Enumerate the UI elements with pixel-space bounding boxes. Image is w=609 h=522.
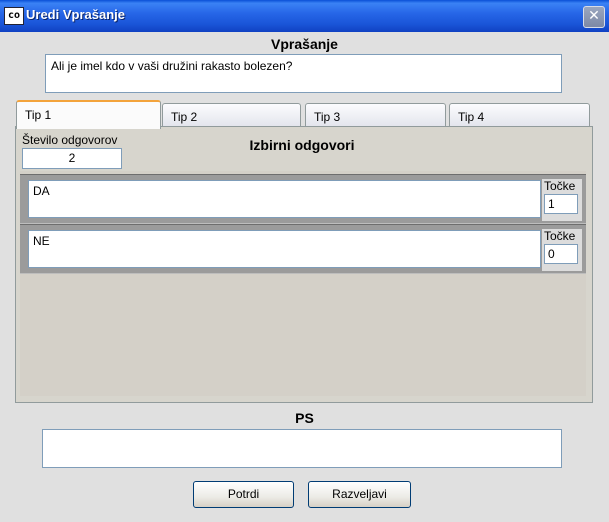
answer-text-input[interactable]: NE [28,230,541,268]
question-input[interactable]: Ali je imel kdo v vaši družini rakasto b… [45,54,562,93]
app-icon: co [4,7,24,25]
question-heading: Vprašanje [271,36,338,52]
tab-tip-1[interactable]: Tip 1 [16,100,161,129]
answers-heading: Izbirni odgovori [249,137,355,153]
answer-row: NE Točke 0 [20,224,586,274]
tab-tip-3[interactable]: Tip 3 [305,103,446,127]
points-input[interactable]: 0 [544,244,578,264]
cancel-button[interactable]: Razveljavi [308,481,411,508]
answers-count-label: Število odgovorov [22,133,118,147]
edit-question-window: co Uredi Vprašanje ✕ Vprašanje Ali je im… [0,0,609,522]
answer-row: DA Točke 1 [20,174,586,224]
close-icon: ✕ [588,8,600,24]
window-title: Uredi Vprašanje [26,7,125,22]
close-button[interactable]: ✕ [583,6,605,28]
ps-input[interactable] [42,429,562,468]
answer-text-input[interactable]: DA [28,180,541,218]
tab-tip-4[interactable]: Tip 4 [449,103,590,127]
tab-tip-2[interactable]: Tip 2 [162,103,301,127]
title-bar[interactable]: co Uredi Vprašanje ✕ [0,0,609,32]
ps-heading: PS [295,410,314,426]
answers-count-input[interactable]: 2 [22,148,122,169]
points-input[interactable]: 1 [544,194,578,214]
confirm-button[interactable]: Potrdi [193,481,294,508]
